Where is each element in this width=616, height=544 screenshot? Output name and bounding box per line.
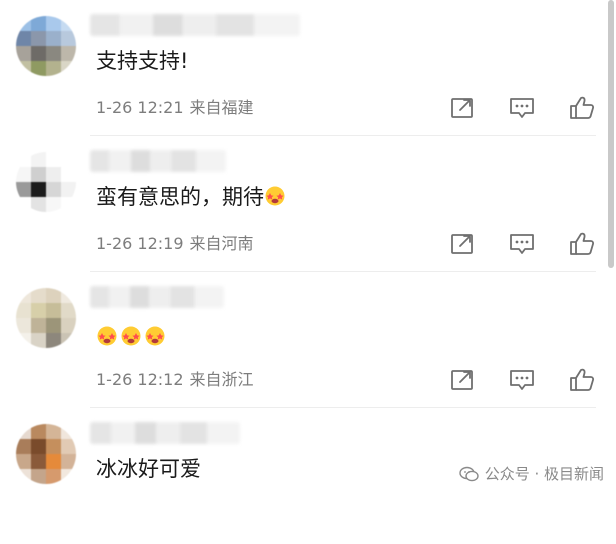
wechat-icon	[458, 466, 479, 481]
starry-eyed-emoji-icon	[145, 326, 165, 346]
avatar[interactable]	[16, 152, 76, 212]
comment-meta: 1-26 12:12 来自浙江	[96, 368, 254, 392]
share-icon	[451, 98, 473, 118]
comment-item: 蛮有意思的，期待 1-26 12:19 来自河南	[0, 136, 606, 272]
starry-eyed-emoji-icon	[265, 186, 285, 206]
starry-eyed-emoji-icon	[97, 326, 117, 346]
comment-item: 支持支持! 1-26 12:21 来自福建	[0, 0, 606, 136]
thumbs-up-icon	[570, 368, 595, 391]
comment-location: 来自福建	[189, 98, 254, 117]
comment-text: 支持支持!	[96, 49, 189, 73]
share-icon	[451, 234, 473, 254]
scrollbar[interactable]	[608, 0, 614, 268]
comment-meta: 1-26 12:19 来自河南	[96, 232, 254, 256]
comment-actions	[448, 366, 608, 394]
comment-location: 来自浙江	[189, 370, 254, 389]
comment-actions	[448, 94, 608, 122]
comment-text-content: 蛮有意思的，期待	[96, 185, 264, 209]
watermark: 公众号 · 极目新闻	[458, 463, 604, 484]
avatar[interactable]	[16, 424, 76, 484]
comment-text: 冰冰好可爱	[96, 457, 201, 481]
thumbs-up-icon	[570, 232, 595, 255]
comment-meta: 1-26 12:21 来自福建	[96, 96, 254, 120]
watermark-text: 公众号 · 极目新闻	[484, 465, 604, 483]
comment-time: 1-26 12:12	[96, 370, 184, 389]
thumbs-up-icon	[570, 96, 595, 119]
comment-icon	[510, 234, 534, 254]
share-button[interactable]	[448, 230, 476, 258]
comment-icon	[510, 370, 534, 390]
like-button[interactable]	[568, 366, 596, 394]
avatar[interactable]	[16, 16, 76, 76]
comment-icon	[510, 98, 534, 118]
comment-location: 来自河南	[189, 234, 254, 253]
username-blurred[interactable]	[90, 14, 300, 36]
comment-text	[96, 322, 168, 352]
comment-time: 1-26 12:19	[96, 234, 184, 253]
share-button[interactable]	[448, 94, 476, 122]
avatar[interactable]	[16, 288, 76, 348]
username-blurred[interactable]	[90, 150, 226, 172]
reply-button[interactable]	[508, 94, 536, 122]
starry-eyed-emoji-icon	[121, 326, 141, 346]
like-button[interactable]	[568, 94, 596, 122]
reply-button[interactable]	[508, 230, 536, 258]
comment-text: 蛮有意思的，期待	[96, 182, 288, 212]
like-button[interactable]	[568, 230, 596, 258]
comment-actions	[448, 230, 608, 258]
share-icon	[451, 370, 473, 390]
share-button[interactable]	[448, 366, 476, 394]
comment-item: 1-26 12:12 来自浙江	[0, 272, 606, 408]
reply-button[interactable]	[508, 366, 536, 394]
username-blurred[interactable]	[90, 422, 240, 444]
comment-time: 1-26 12:21	[96, 98, 184, 117]
username-blurred[interactable]	[90, 286, 224, 308]
